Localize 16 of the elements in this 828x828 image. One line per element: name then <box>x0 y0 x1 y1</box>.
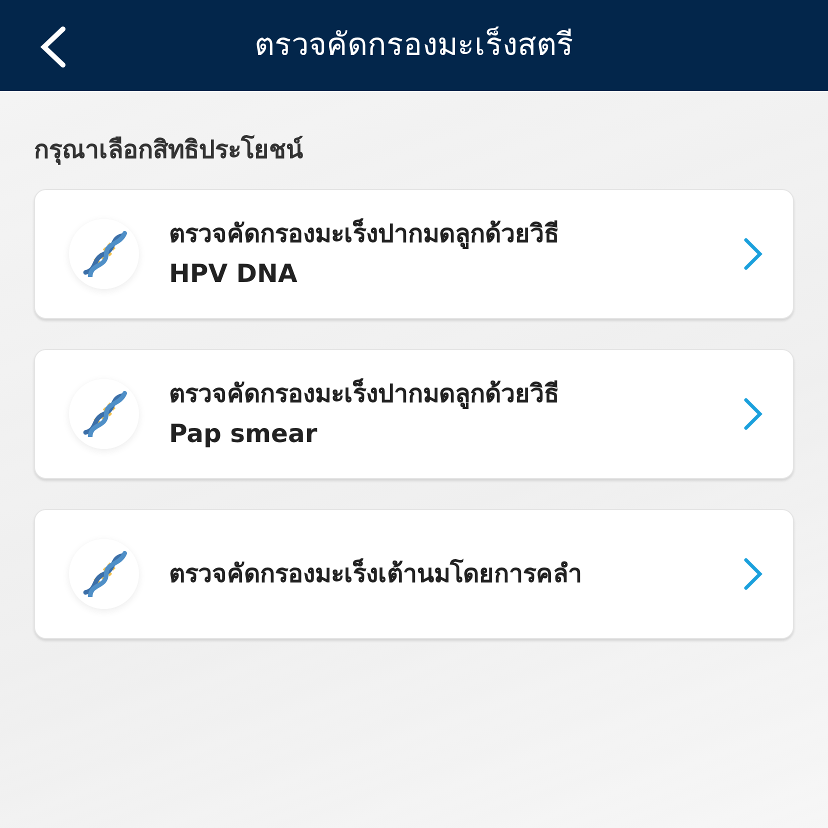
section-label: กรุณาเลือกสิทธิประโยชน์ <box>33 134 304 167</box>
dna-icon <box>81 390 127 436</box>
benefit-option[interactable]: ตรวจคัดกรองมะเร็งเต้านมโดยการคลำ <box>34 508 794 638</box>
benefit-option[interactable]: ตรวจคัดกรองมะเร็งปากมดลูกด้วยวิธี HPV DNA <box>34 188 794 318</box>
option-title: ตรวจคัดกรองมะเร็งปากมดลูกด้วยวิธี Pap smear <box>169 377 560 450</box>
benefit-option[interactable]: ตรวจคัดกรองมะเร็งปากมดลูกด้วยวิธี Pap smear <box>34 348 794 478</box>
back-icon <box>38 26 68 68</box>
page-title: ตรวจคัดกรองมะเร็งสตรี <box>254 26 574 66</box>
back-button[interactable] <box>38 26 68 68</box>
dna-icon <box>81 230 127 276</box>
chevron-right-icon <box>743 396 763 430</box>
chevron-right-icon <box>743 236 763 270</box>
option-title: ตรวจคัดกรองมะเร็งเต้านมโดยการคลำ <box>169 557 583 590</box>
chevron-right-icon <box>743 556 763 590</box>
option-title: ตรวจคัดกรองมะเร็งปากมดลูกด้วยวิธี HPV DNA <box>169 217 560 290</box>
dna-icon <box>81 550 127 596</box>
